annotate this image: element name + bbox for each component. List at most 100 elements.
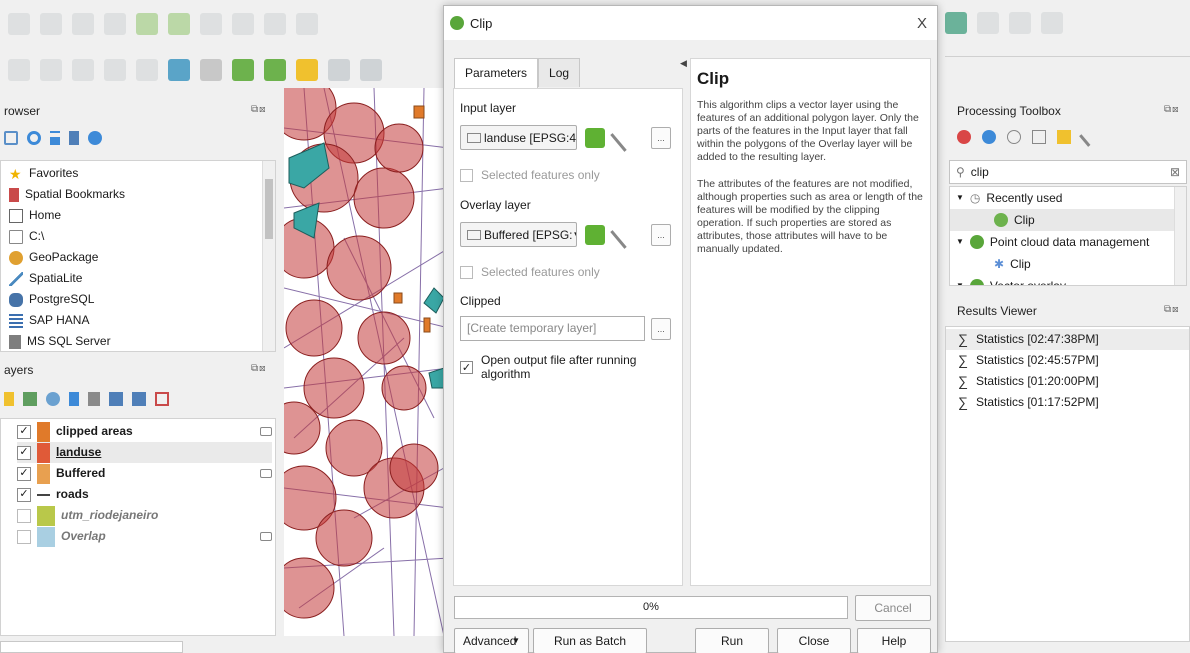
layer-roads[interactable]: ✓ roads (17, 484, 272, 505)
iterate-icon[interactable] (585, 225, 605, 245)
digitize-icon[interactable] (200, 13, 222, 35)
result-item[interactable]: ∑ Statistics [02:45:57PM] (958, 350, 1189, 371)
clear-search-icon[interactable]: ⊠ (1170, 165, 1180, 179)
digitize-icon[interactable] (264, 13, 286, 35)
locator-bar[interactable] (0, 641, 183, 653)
measure-icon[interactable] (1041, 12, 1063, 34)
label-icon[interactable] (328, 59, 350, 81)
expand-all-icon[interactable] (109, 392, 123, 406)
select-icon[interactable] (104, 59, 126, 81)
layer-visibility-checkbox[interactable]: ✓ (17, 424, 31, 439)
collapse-help-arrow-icon[interactable]: ◀ (680, 58, 687, 69)
add-group-icon[interactable] (23, 392, 37, 406)
result-item[interactable]: ∑ Statistics [01:20:00PM] (958, 371, 1189, 392)
add-layer-icon[interactable] (232, 59, 254, 81)
input-layer-combo[interactable]: landuse [EPSG:4 ▼ (460, 125, 577, 150)
panel-float-close-buttons[interactable]: ⧉⊠ (1164, 104, 1180, 115)
panel-float-close-buttons[interactable]: ⧉⊠ (251, 104, 267, 115)
overlay-layer-browse-button[interactable]: ... (651, 224, 671, 246)
close-icon[interactable]: X (917, 15, 927, 32)
advanced-button[interactable]: Advanced ▼ (454, 628, 529, 653)
digitize-icon[interactable] (8, 13, 30, 35)
edit-icon[interactable] (136, 13, 158, 35)
remove-layer-icon[interactable] (155, 392, 169, 406)
filter-indicator-icon[interactable] (260, 532, 272, 541)
results-icon[interactable] (1032, 130, 1046, 144)
input-layer-browse-button[interactable]: ... (651, 127, 671, 149)
favorite-icon[interactable] (296, 59, 318, 81)
select-icon[interactable] (136, 59, 158, 81)
tree-group-vector-overlay[interactable]: ▼ Vector overlay (950, 275, 1186, 285)
clipped-output-field[interactable]: [Create temporary layer] (460, 316, 645, 341)
scrollbar-thumb[interactable] (265, 179, 273, 239)
tree-group-point-cloud[interactable]: ▼ Point cloud data management (950, 231, 1186, 253)
selected-only-2[interactable]: Selected features only (460, 265, 600, 279)
style-icon[interactable] (4, 392, 14, 406)
result-item[interactable]: ∑ Statistics [01:17:52PM] (958, 392, 1189, 413)
panel-float-close-buttons[interactable]: ⧉⊠ (1164, 304, 1180, 315)
browser-item-c-drive[interactable]: C:\ (9, 226, 125, 247)
wrench-icon[interactable] (610, 122, 640, 152)
collapse-icon[interactable] (69, 131, 79, 145)
eye-icon[interactable] (46, 392, 60, 406)
cancel-button[interactable]: Cancel (855, 595, 931, 621)
checkbox[interactable] (460, 168, 473, 182)
models-icon[interactable] (957, 130, 971, 144)
layer-visibility-checkbox[interactable]: ✓ (17, 466, 31, 481)
tree-group-recently-used[interactable]: ▼ ◷ Recently used (950, 187, 1186, 209)
select-icon[interactable] (40, 59, 62, 81)
select-icon[interactable] (72, 59, 94, 81)
label-icon[interactable] (360, 59, 382, 81)
selected-only-1[interactable]: Selected features only (460, 168, 600, 182)
browser-scrollbar[interactable] (262, 161, 275, 351)
select-icon[interactable] (8, 59, 30, 81)
checkbox[interactable]: ✓ (460, 360, 473, 374)
layer-utm-riodejaneiro[interactable]: utm_riodejaneiro (17, 505, 272, 526)
collapse-all-icon[interactable] (132, 392, 146, 406)
layer-buffered[interactable]: ✓ Buffered (17, 463, 272, 484)
panel-float-close-buttons[interactable]: ⧉⊠ (251, 363, 267, 374)
options-icon[interactable] (1079, 127, 1099, 147)
browser-item-postgresql[interactable]: PostgreSQL (9, 289, 125, 310)
browser-item-ms-sql-server[interactable]: MS SQL Server (9, 331, 125, 352)
identify-icon[interactable] (200, 59, 222, 81)
checkbox[interactable] (460, 265, 473, 279)
tree-item-clip-point-cloud[interactable]: ✱ Clip (950, 253, 1186, 275)
digitize-icon[interactable] (296, 13, 318, 35)
filter-indicator-icon[interactable] (260, 469, 272, 478)
toolbox-search[interactable]: ⚲ clip ⊠ (949, 160, 1187, 184)
layer-visibility-checkbox[interactable] (17, 529, 31, 544)
tree-item-clip-recent[interactable]: Clip (950, 209, 1186, 231)
browser-item-spatial-bookmarks[interactable]: Spatial Bookmarks (9, 184, 125, 205)
run-batch-button[interactable]: Run as Batch Process... (533, 628, 647, 653)
result-item[interactable]: ∑ Statistics [02:47:38PM] (946, 329, 1189, 350)
filter-indicator-icon[interactable] (260, 427, 272, 436)
filter-icon[interactable] (50, 131, 60, 145)
run-button[interactable]: Run (695, 628, 769, 653)
results-list[interactable]: ∑ Statistics [02:47:38PM] ∑ Statistics [02… (945, 326, 1190, 642)
tab-log[interactable]: Log (538, 58, 581, 87)
history-icon[interactable] (1007, 130, 1021, 144)
filter-icon[interactable] (69, 392, 79, 406)
layer-overlap[interactable]: Overlap (17, 526, 272, 547)
browser-item-spatialite[interactable]: SpatiaLite (9, 268, 125, 289)
info-icon[interactable] (88, 131, 102, 145)
open-output-checkbox[interactable]: ✓ Open output file after running algorith… (460, 353, 682, 381)
digitize-icon[interactable] (232, 13, 254, 35)
toolbox-tree[interactable]: ▼ ◷ Recently used Clip ▼ Point cloud data m… (949, 186, 1187, 286)
tab-parameters[interactable]: Parameters (454, 58, 539, 89)
close-button[interactable]: Close (777, 628, 851, 653)
overlay-layer-combo[interactable]: Buffered [EPSG: ▼ (460, 222, 577, 247)
python-icon[interactable] (945, 12, 967, 34)
digitize-icon[interactable] (104, 13, 126, 35)
layers-tree[interactable]: ✓ clipped areas ✓ landuse ✓ Buffered ✓ roads… (0, 418, 276, 636)
iterate-icon[interactable] (585, 128, 605, 148)
digitize-icon[interactable] (72, 13, 94, 35)
edit-icon[interactable] (168, 13, 190, 35)
tree-scrollbar[interactable] (1174, 187, 1186, 285)
attribute-table-icon[interactable] (168, 59, 190, 81)
add-selected-icon[interactable] (4, 131, 18, 145)
layer-landuse[interactable]: ✓ landuse (17, 442, 272, 463)
browser-item-sap-hana[interactable]: SAP HANA (9, 310, 125, 331)
close-icon[interactable] (977, 12, 999, 34)
